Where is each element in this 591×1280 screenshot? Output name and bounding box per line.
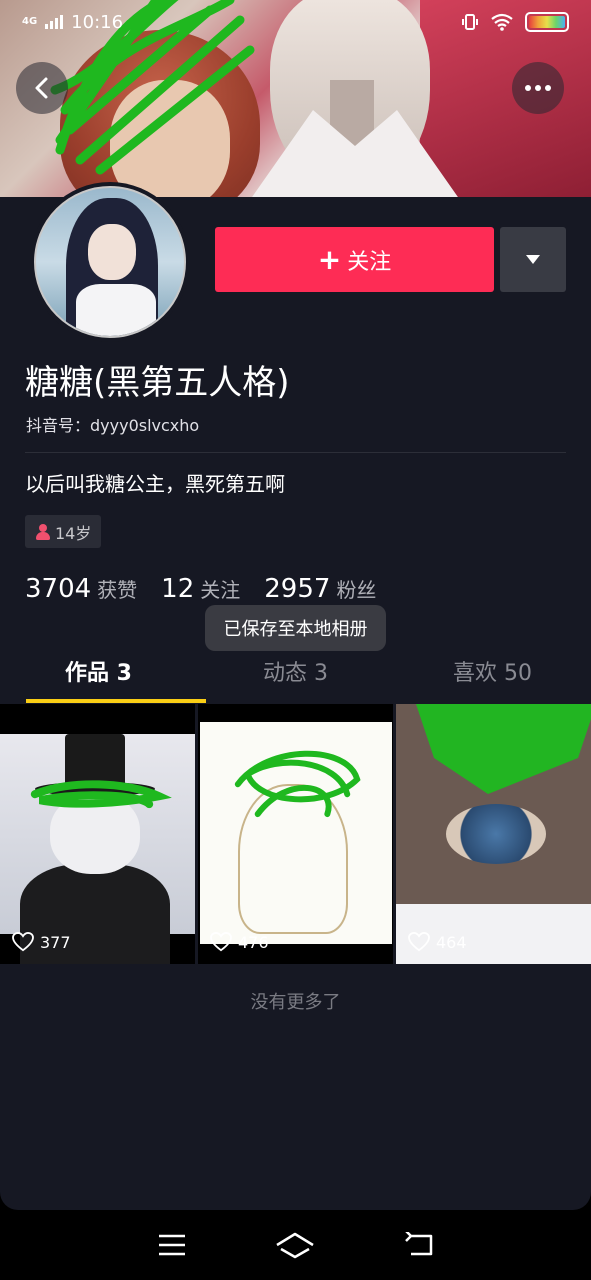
profile-screen: 4G 10:16 + 关注 糖糖(黑第五人格) 抖音号：dyyy0slvcxho… [0,0,591,1210]
tab-works[interactable]: 作品 3 [0,640,197,702]
return-icon [405,1232,433,1256]
douyin-id: 抖音号：dyyy0slvcxho [26,416,200,435]
stat-number: 2957 [264,574,331,604]
follow-button[interactable]: + 关注 [215,227,494,292]
thumbnail-scribble [30,780,172,809]
wifi-icon [491,13,513,31]
stats-row: 3704 获赞 12 关注 2957 粉丝 [25,574,400,604]
video-thumbnail[interactable]: 464 [396,704,591,964]
avatar-image [34,186,186,338]
like-count-text: 476 [238,932,269,952]
status-bar: 4G 10:16 [0,0,591,44]
no-more-text: 没有更多了 [250,992,341,1013]
like-count: 464 [408,932,467,952]
video-grid: 377 476 464 [0,704,591,964]
like-count: 476 [210,932,269,952]
heart-outline-icon [210,932,232,952]
plus-icon: + [317,242,342,276]
person-icon [35,523,51,540]
divider [25,452,566,453]
nav-menu-button[interactable] [147,1225,197,1265]
video-thumbnail[interactable]: 476 [198,704,393,964]
stat-number: 12 [161,574,195,604]
age-tag: 14岁 [25,515,102,548]
home-icon [276,1232,315,1259]
avatar[interactable] [30,182,190,342]
system-nav-bar [0,1210,591,1280]
tab-active-indicator [26,699,206,703]
follow-label: 关注 [347,249,392,275]
stat-likes[interactable]: 3704 获赞 [25,574,137,604]
chevron-left-icon [35,77,48,99]
recommend-dropdown-button[interactable] [500,227,566,292]
bio: 以后叫我糖公主，黑死第五啊 [25,472,285,496]
more-dots-icon [525,85,551,91]
stat-number: 3704 [25,574,92,604]
status-time: 10:16 [71,11,124,33]
heart-outline-icon [408,932,430,952]
stat-label: 粉丝 [336,578,377,602]
network-type: 4G [22,16,38,27]
hamburger-icon [158,1234,185,1256]
nav-back-button[interactable] [394,1225,444,1265]
nickname: 糖糖(黑第五人格) [25,363,290,403]
back-button[interactable] [16,62,68,114]
stat-followers[interactable]: 2957 粉丝 [264,574,376,604]
triangle-down-icon [526,255,540,264]
tab-likes[interactable]: 喜欢 50 [394,640,591,702]
stat-label: 获赞 [97,578,138,602]
video-thumbnail[interactable]: 377 [0,704,195,964]
vibrate-icon [462,14,478,30]
heart-outline-icon [12,932,34,952]
toast-message: 已保存至本地相册 [205,605,386,651]
age-label: 14岁 [55,523,92,543]
thumbnail-scribble [234,750,361,818]
more-button[interactable] [512,62,564,114]
battery-icon [525,12,569,32]
stat-label: 关注 [200,578,241,602]
like-count-text: 377 [40,932,71,952]
like-count: 377 [12,932,71,952]
stat-following[interactable]: 12 关注 [161,574,240,604]
nav-home-button[interactable] [270,1225,320,1265]
signal-icon [45,15,64,29]
like-count-text: 464 [436,932,467,952]
